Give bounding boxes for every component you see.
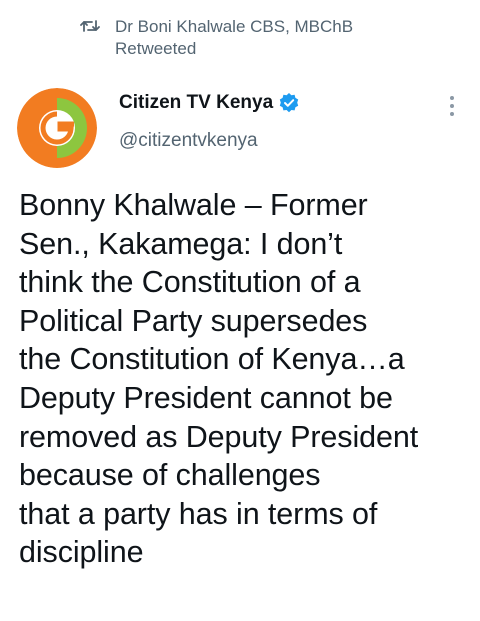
more-options-button[interactable]: [440, 92, 464, 120]
retweet-icon: [80, 18, 100, 34]
more-vertical-icon: [450, 96, 454, 100]
author-display-name[interactable]: Citizen TV Kenya: [119, 90, 273, 116]
author-handle[interactable]: @citizentvkenya: [119, 129, 258, 153]
more-vertical-icon-dot: [450, 112, 454, 116]
retweet-label[interactable]: Dr Boni Khalwale CBS, MBChB Retweeted: [115, 16, 435, 60]
citizen-tv-logo: [17, 88, 97, 168]
author-name-row[interactable]: Citizen TV Kenya: [119, 90, 300, 116]
tweet-text: Bonny Khalwale – Former Sen., Kakamega: …: [19, 188, 419, 570]
more-vertical-icon-dot: [450, 104, 454, 108]
avatar[interactable]: [17, 88, 97, 168]
verified-badge-icon: [278, 92, 300, 114]
